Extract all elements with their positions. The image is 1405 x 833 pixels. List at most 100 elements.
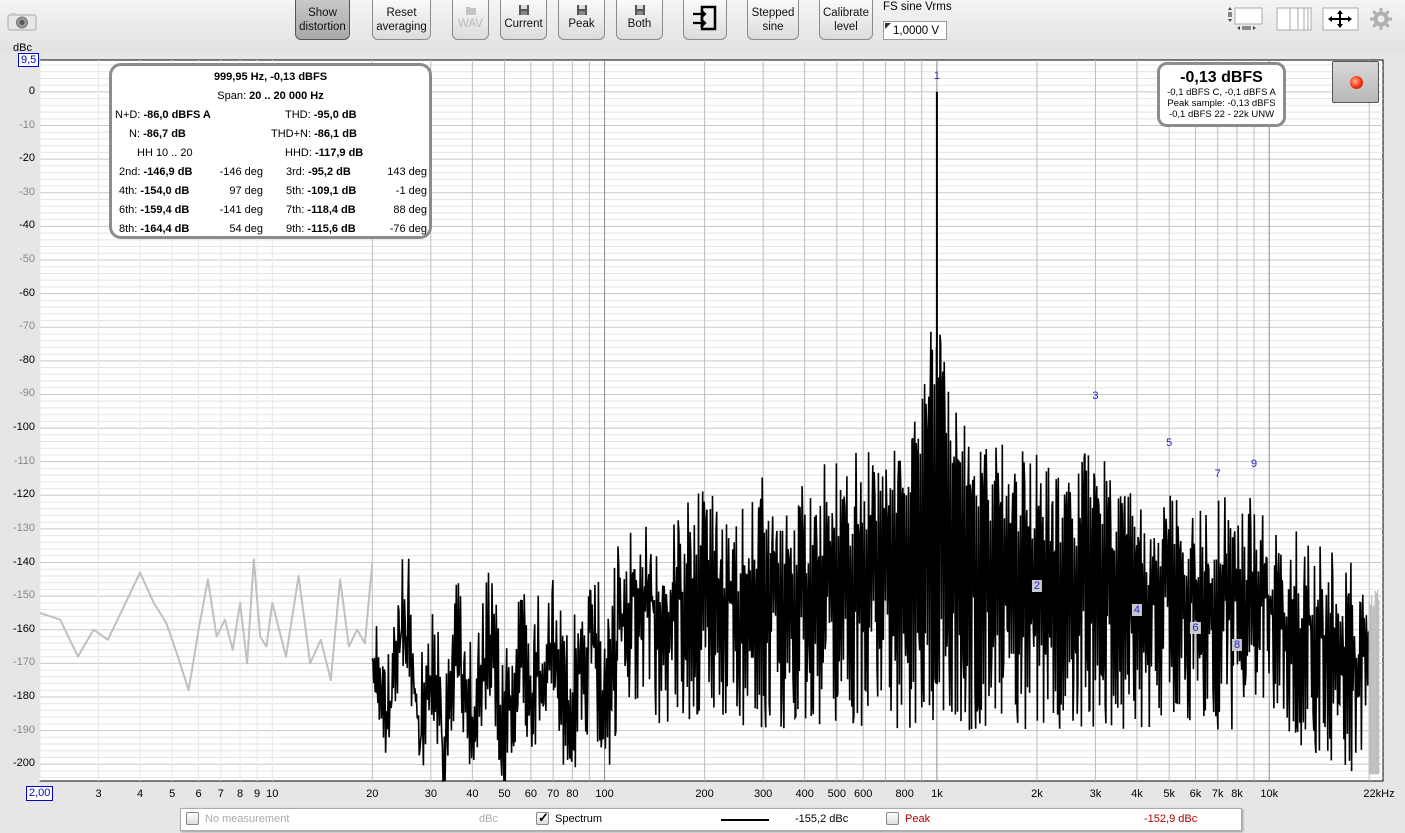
harmonic-marker-5: 5 [1166,436,1173,449]
y-tick-label: -130 [12,521,35,534]
level-line-1: -0,1 dBFS C, -0,1 dBFS A [1167,87,1276,98]
spectrum-label: Spectrum [555,813,603,825]
x-tick-label: 500 [827,788,847,800]
harmonic-3-value: 3rd: -95,2 dB [286,166,351,178]
x-tick-label: 10k [1260,788,1279,800]
x-tick-label: 300 [753,788,773,800]
level-panel: -0,13 dBFS -0,1 dBFS C, -0,1 dBFS A Peak… [1157,62,1286,127]
y-tick-label: -70 [19,320,35,333]
level-main: -0,13 dBFS [1180,69,1263,86]
harmonic-8-value: 8th: -164,4 dB [119,223,190,235]
y-tick-label: -90 [19,387,35,400]
x-tick-label: 6k [1189,788,1202,800]
y-tick-label: 0 [28,84,35,97]
harmonic-6-phase: -141 deg [219,204,263,216]
x-tick-label: 10 [266,788,279,800]
harmonic-5-phase: -1 deg [395,185,427,197]
y-tick-label: -170 [12,656,35,669]
y-tick-label: -180 [12,689,35,702]
fundamental-readout: 999,95 Hz, -0,13 dBFS [213,71,328,83]
harmonic-2-value: 2nd: -146,9 dB [119,166,193,178]
harmonic-2-phase: -146 deg [219,166,263,178]
level-line-3: -0,1 dBFS 22 - 22k UNW [1168,109,1275,120]
y-tick-label: -30 [19,185,35,198]
y-tick-label: -60 [19,286,35,299]
no-measurement-checkbox[interactable] [186,812,199,825]
x-tick-label: 8 [237,788,244,800]
hh-range-label: HH 10 .. 20 [137,147,193,159]
y-tick-label: -100 [12,421,35,434]
spectrum-line-swatch [721,819,769,821]
harmonic-marker-8: 8 [1231,638,1243,651]
x-tick-label: 22kHz [1363,788,1395,800]
x-tick-label: 5 [169,788,176,800]
x-tick-label: 80 [566,788,579,800]
record-button[interactable] [1332,61,1379,103]
y-tick-label: -110 [13,454,35,467]
nd-readout: N+D: -86,0 dBFS A [115,109,211,121]
harmonic-3-phase: 143 deg [387,166,427,178]
x-tick-label: 9 [254,788,261,800]
harmonic-marker-4: 4 [1131,603,1143,616]
record-icon [1350,76,1363,89]
harmonic-4-value: 4th: -154,0 dB [119,185,190,197]
thd-readout: THD: -95,0 dB [285,109,357,121]
x-tick-label: 1k [931,788,943,800]
distortion-info-panel[interactable]: 999,95 Hz, -0,13 dBFS Span: 20 .. 20 000… [109,63,432,239]
x-tick-label: 30 [424,788,437,800]
spectrum-checkbox[interactable] [536,810,549,826]
y-tick-label: -190 [12,723,35,736]
harmonic-marker-1: 1 [933,69,940,82]
legend-bar: No measurement dBc Spectrum -155,2 dBc P… [180,808,1242,831]
x-tick-label: 2k [1031,788,1043,800]
x-tick-label: 60 [524,788,537,800]
x-tick-label: 100 [595,788,614,800]
y-tick-label: -150 [12,589,35,602]
x-tick-label: 4k [1131,788,1143,800]
harmonic-marker-3: 3 [1092,389,1099,402]
harmonic-5-value: 5th: -109,1 dB [286,185,357,197]
x-tick-label: 600 [853,788,873,800]
x-tick-label: 800 [895,788,914,800]
y-tick-label: -40 [19,219,35,232]
span-readout: Span: 20 .. 20 000 Hz [217,90,324,102]
x-tick-label: 50 [498,788,511,800]
y-tick-label: -50 [19,252,35,265]
x-tick-label: 4 [136,788,144,800]
y-tick-label: -10 [19,118,35,131]
y-tick-label: -80 [19,353,35,366]
harmonic-7-value: 7th: -118,4 dB [286,204,356,216]
peak-value: -152,9 dBc [1144,813,1198,825]
y-tick-label: -140 [12,555,35,568]
x-tick-label: 3k [1089,788,1102,800]
x-tick-label: 40 [466,788,479,800]
harmonic-marker-7: 7 [1214,467,1221,480]
x-tick-label: 20 [366,788,379,800]
harmonic-6-value: 6th: -159,4 dB [119,204,190,216]
x-tick-label: 3 [95,788,102,800]
y-tick-label: -200 [12,757,35,770]
y-tick-label: -120 [12,488,35,501]
peak-label: Peak [905,813,931,825]
x-tick-label: 400 [795,788,814,800]
y-tick-label: -20 [19,152,35,165]
harmonic-marker-9: 9 [1250,458,1258,471]
peak-checkbox[interactable] [886,812,899,825]
x-tick-label: 200 [695,788,714,800]
no-measurement-unit: dBc [479,813,498,825]
harmonic-4-phase: 97 deg [229,185,263,197]
harmonic-9-phase: -76 deg [389,223,427,235]
x-tick-label: 5k [1163,788,1175,800]
x-tick-label: 70 [546,788,560,800]
no-measurement-label: No measurement [205,813,290,825]
harmonic-8-phase: 54 deg [229,223,263,235]
harmonic-9-value: 9th: -115,6 dB [286,223,356,235]
n-readout: N: -86,7 dB [129,128,186,140]
spectrum-value: -155,2 dBc [795,813,849,825]
x-tick-label: 7 [217,788,224,800]
level-line-2: Peak sample: -0,13 dBFS [1167,98,1276,109]
harmonic-7-phase: 88 deg [393,204,427,216]
right-edge-fade [1368,590,1380,775]
thdn-readout: THD+N: -86,1 dB [271,128,357,140]
harmonic-marker-2: 2 [1031,579,1042,592]
